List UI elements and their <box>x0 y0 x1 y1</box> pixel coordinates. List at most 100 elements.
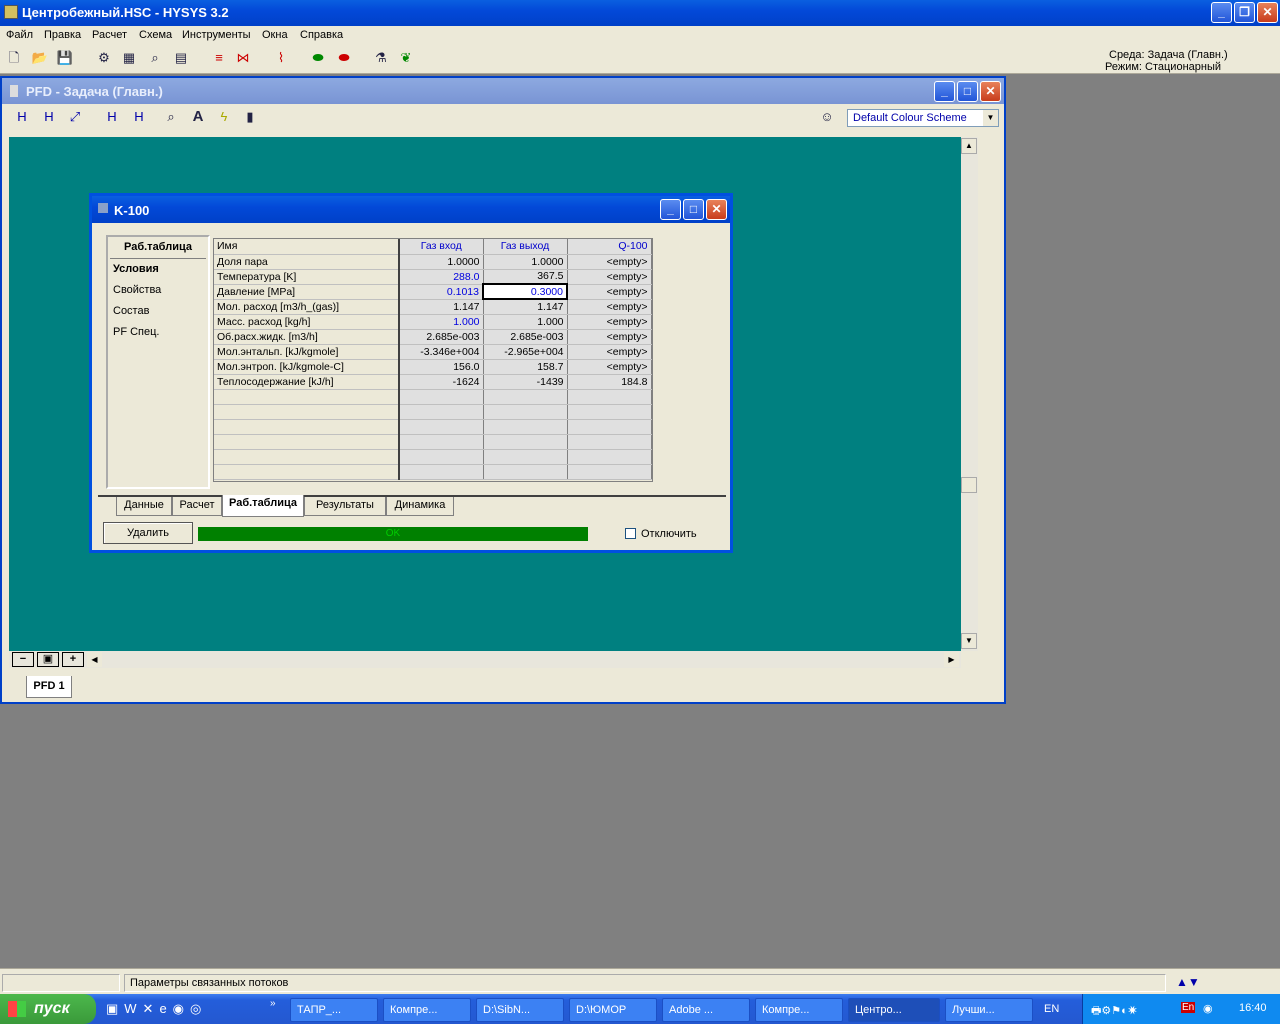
menu-file[interactable]: Файл <box>6 29 33 41</box>
cell[interactable]: 1.000 <box>399 314 484 330</box>
colour-scheme-select[interactable]: Default Colour Scheme ▼ <box>847 109 999 127</box>
pfd-horizontal-scrollbar[interactable]: − ▣ + ◀ ▶ <box>9 651 961 668</box>
disable-checkbox[interactable] <box>625 528 636 539</box>
menu-windows[interactable]: Окна <box>262 29 288 41</box>
cell[interactable]: -2.965e+004 <box>483 344 568 360</box>
workbook-icon[interactable]: ▦ <box>119 48 139 68</box>
tray-volume-icon[interactable]: ◉ <box>1203 1002 1213 1015</box>
cell[interactable]: 2.685e-003 <box>483 329 568 345</box>
disable-label[interactable]: Отключить <box>641 528 697 540</box>
cell[interactable]: 1.000 <box>483 314 568 330</box>
pfd-lightning-icon[interactable]: ϟ <box>214 107 234 127</box>
open-folder-icon[interactable]: 📂 <box>30 48 50 68</box>
empty-cell[interactable] <box>567 449 652 465</box>
k100-maximize-button[interactable]: □ <box>683 199 704 220</box>
empty-cell[interactable] <box>399 419 484 435</box>
taskbar-item[interactable]: D:\ЮМОР <box>569 998 657 1022</box>
status-arrows-icon[interactable]: ▲▼ <box>1176 975 1200 989</box>
pfd-attach-icon[interactable]: H <box>102 107 122 127</box>
pfd-pan-icon[interactable]: H <box>12 107 32 127</box>
header-q100[interactable]: Q-100 <box>567 239 652 255</box>
empty-cell[interactable] <box>483 434 568 450</box>
zoom-in-icon[interactable]: + <box>62 652 84 667</box>
cell[interactable]: 1.0000 <box>483 254 568 270</box>
cell[interactable]: 0.1013 <box>399 284 484 300</box>
cell[interactable]: <empty> <box>567 284 652 300</box>
binoculars-icon[interactable]: ⌕ <box>145 48 165 68</box>
minimize-button[interactable]: _ <box>1211 2 1232 23</box>
empty-cell[interactable] <box>399 449 484 465</box>
cell[interactable]: <empty> <box>567 359 652 375</box>
nav-conditions[interactable]: Условия <box>113 263 159 275</box>
nav-composition[interactable]: Состав <box>113 305 149 317</box>
header-gas-out[interactable]: Газ выход <box>483 239 568 255</box>
empty-cell[interactable] <box>399 404 484 420</box>
taskbar-item[interactable]: ТАПР_... <box>290 998 378 1022</box>
empty-cell[interactable] <box>399 389 484 405</box>
cell[interactable]: 2.685e-003 <box>399 329 484 345</box>
menu-help[interactable]: Справка <box>300 29 343 41</box>
tab-worksheet[interactable]: Раб.таблица <box>222 495 304 517</box>
scroll-thumb[interactable] <box>961 477 977 493</box>
pfd-size-icon[interactable]: H <box>39 107 59 127</box>
colour-scheme-icon[interactable]: ☺ <box>817 107 837 127</box>
cell[interactable]: -1624 <box>399 374 484 390</box>
empty-cell[interactable] <box>483 464 568 480</box>
pfd-close-button[interactable]: ✕ <box>980 81 1001 102</box>
scroll-left-icon[interactable]: ◀ <box>87 652 102 667</box>
flask-icon[interactable]: ⚗ <box>371 48 391 68</box>
taskbar-item-active[interactable]: Центро... <box>848 998 940 1022</box>
nav-pf-spec[interactable]: PF Спец. <box>113 326 160 338</box>
pfd-zoom-icon[interactable]: ⌕ <box>161 107 181 127</box>
taskbar-item[interactable]: Компре... <box>755 998 843 1022</box>
save-icon[interactable]: 💾 <box>55 48 75 68</box>
empty-cell[interactable] <box>399 464 484 480</box>
pfd-break-icon[interactable]: H <box>129 107 149 127</box>
nav-properties[interactable]: Свойства <box>113 284 161 296</box>
empty-cell[interactable] <box>483 404 568 420</box>
cell[interactable]: 184.8 <box>567 374 652 390</box>
new-file-icon[interactable]: 🗋 <box>4 48 24 68</box>
zoom-fit-icon[interactable]: ▣ <box>37 652 59 667</box>
cell[interactable]: <empty> <box>567 299 652 315</box>
cell[interactable]: <empty> <box>567 254 652 270</box>
empty-cell[interactable] <box>483 419 568 435</box>
tab-results[interactable]: Результаты <box>304 497 386 516</box>
empty-cell[interactable] <box>567 464 652 480</box>
nav-worksheet[interactable]: Раб.таблица <box>110 241 206 253</box>
tray-icons[interactable]: 🖶⚙⚑◐✷ <box>1091 1002 1137 1021</box>
tray-lang-icon[interactable]: En <box>1181 1002 1196 1013</box>
pfd-palette-icon[interactable]: ▮ <box>240 107 260 127</box>
chart-icon[interactable]: ⌇ <box>271 48 291 68</box>
pfd-fit-icon[interactable]: ⤢ <box>65 107 85 127</box>
cell[interactable]: 1.147 <box>483 299 568 315</box>
taskbar-item[interactable]: Лучши... <box>945 998 1033 1022</box>
empty-cell[interactable] <box>567 404 652 420</box>
cell-selected[interactable]: 0.3000 <box>482 283 568 300</box>
close-button[interactable]: ✕ <box>1257 2 1278 23</box>
pfd-vertical-scrollbar[interactable]: ▲ ▼ <box>961 137 978 651</box>
scroll-right-icon[interactable]: ▶ <box>944 652 959 667</box>
quicklaunch-more-icon[interactable]: » <box>270 998 276 1009</box>
chevron-down-icon[interactable]: ▼ <box>983 110 998 126</box>
cell[interactable]: 288.0 <box>399 269 484 285</box>
cell[interactable]: 1.147 <box>399 299 484 315</box>
steady-state-icon[interactable]: ⬬ <box>308 48 328 68</box>
object-nav-icon[interactable]: ⚙ <box>94 48 114 68</box>
empty-cell[interactable] <box>567 389 652 405</box>
cell[interactable]: 156.0 <box>399 359 484 375</box>
pfd-maximize-button[interactable]: □ <box>957 81 978 102</box>
menu-scheme[interactable]: Схема <box>139 29 172 41</box>
cell[interactable]: <empty> <box>567 344 652 360</box>
cell[interactable]: 158.7 <box>483 359 568 375</box>
scroll-up-icon[interactable]: ▲ <box>961 138 977 154</box>
menu-edit[interactable]: Правка <box>44 29 81 41</box>
cell[interactable]: <empty> <box>567 314 652 330</box>
dynamics-icon[interactable]: ⬬ <box>334 48 354 68</box>
k100-minimize-button[interactable]: _ <box>660 199 681 220</box>
taskbar-item[interactable]: Компре... <box>383 998 471 1022</box>
pfd-tab[interactable]: PFD 1 <box>26 676 72 698</box>
empty-cell[interactable] <box>567 419 652 435</box>
operation-icon[interactable]: ⋈ <box>233 48 253 68</box>
cell[interactable]: <empty> <box>567 269 652 285</box>
